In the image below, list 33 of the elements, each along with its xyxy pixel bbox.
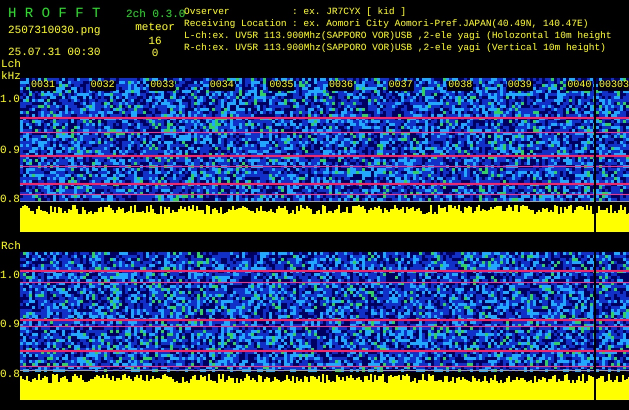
- info-text: R-ch:ex. UV5R 113.900Mhz(SAPPORO VOR)USB ,2-ele yagi (Vertical 10m height): [184, 42, 607, 54]
- time-label: 0032: [90, 81, 116, 91]
- axis-tick-label: 0.9: [0, 146, 20, 157]
- info-label: Receiving Location: [184, 18, 288, 30]
- time-label: 0033: [149, 81, 176, 91]
- counter-label: meteor: [134, 22, 176, 34]
- app-title: H R O F F T: [8, 5, 102, 22]
- time-label: 0039: [506, 81, 533, 91]
- time-label: 00303: [598, 81, 629, 91]
- file-name: 2507310030.png: [8, 25, 102, 37]
- info-value: : ex. Aomori City Aomori-Pref.JAPAN(40.49N, 140.47E): [292, 18, 588, 30]
- time-label: 0037: [388, 81, 414, 91]
- channel-label: Rch: [1, 242, 21, 253]
- time-label: 0036: [328, 81, 354, 91]
- count-value: 0: [150, 48, 160, 60]
- version-label: 2ch 0.3.0: [126, 9, 184, 21]
- count-value: 16: [147, 36, 163, 48]
- info-value: : ex. JR7CYX [ kid ]: [292, 6, 406, 18]
- info-text: L-ch:ex. UV5R 113.900Mhz(SAPPORO VOR)USB ,2-ele yagi (Holozontal 10m height: [184, 30, 613, 42]
- axis-tick-label: 0.8: [0, 370, 20, 382]
- time-label: 0040: [566, 81, 592, 91]
- info-label: Ovserver: [184, 6, 231, 17]
- axis-unit: kHz: [1, 72, 21, 83]
- axis-tick-label: 1.0: [0, 271, 20, 282]
- axis-tick-label: 1.0: [0, 95, 20, 106]
- time-label: 0031: [30, 81, 56, 91]
- axis-tick-label: 0.8: [0, 195, 20, 206]
- time-label: 0034: [208, 81, 235, 91]
- timestamp: 25.07.31 00:30: [8, 47, 102, 59]
- axis-tick-label: 0.9: [0, 320, 20, 331]
- time-label: 0038: [447, 81, 474, 91]
- time-label: 0035: [268, 81, 294, 91]
- channel-label: Lch: [1, 60, 21, 71]
